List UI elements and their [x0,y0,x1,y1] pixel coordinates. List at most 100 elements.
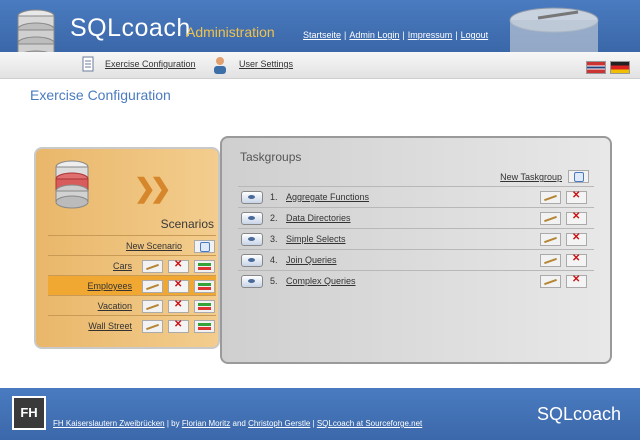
taskgroups-heading: Taskgroups [240,150,302,164]
table-icon[interactable] [194,300,215,313]
taskgroup-name: Data Directories [286,213,351,223]
taskgroup-row: 3. Simple Selects [238,228,594,249]
nav-separator: | [455,30,458,40]
trash-can-decoration-icon [509,7,599,54]
scenario-row-employees: Employees [48,275,216,296]
arrow-right-icon: ❯❯ [134,173,171,203]
eye-icon[interactable] [241,275,263,288]
edit-pencil-icon[interactable] [540,233,561,246]
page-title: Exercise Configuration [30,87,171,103]
taskgroup-row: 1. Aggregate Functions [238,186,594,207]
database-icon [55,160,89,209]
nav-link-impressum[interactable]: Impressum [408,30,453,40]
edit-pencil-icon[interactable] [540,212,561,225]
footer-sep: | by [164,419,182,428]
taskgroup-row: 2. Data Directories [238,207,594,228]
taskgroup-link[interactable]: Join Queries [286,255,337,265]
edit-pencil-icon[interactable] [142,320,163,333]
taskgroup-number: 2. [270,213,278,223]
taskgroup-link[interactable]: Complex Queries [286,276,356,286]
delete-icon[interactable] [566,274,587,288]
edit-pencil-icon[interactable] [142,280,163,293]
app-footer: FH FH Kaiserslautern Zweibrücken | by Fl… [0,388,640,440]
scenario-name: Vacation [98,301,132,311]
delete-icon[interactable] [168,259,189,273]
delete-icon[interactable] [566,253,587,267]
new-taskgroup-icon[interactable] [568,170,589,183]
footer-and: and [230,419,249,428]
new-scenario-row: New Scenario [48,235,216,256]
eye-icon[interactable] [241,233,263,246]
delete-icon[interactable] [168,299,189,313]
taskgroups-panel: Taskgroups New Taskgroup 1. Aggregate Fu… [220,136,612,364]
exercise-config-link[interactable]: Exercise Configuration [105,59,196,69]
new-taskgroup-name: New Taskgroup [500,172,562,182]
top-navigation: Startseite | Admin Login | Impressum | Logout [303,30,488,40]
eye-icon[interactable] [241,254,263,267]
exercise-config-item: Exercise Configuration [105,59,196,69]
nav-link-startseite[interactable]: Startseite [303,30,341,40]
delete-icon[interactable] [168,319,189,333]
scenario-name: Employees [87,281,132,291]
scenario-row-wall-street: Wall Street [48,315,216,336]
nav-link-admin-login[interactable]: Admin Login [349,30,399,40]
eye-icon[interactable] [241,191,263,204]
app-header: SQLcoach Administration Startseite | Admin… [0,0,640,64]
delete-icon[interactable] [566,232,587,246]
footer-credits: FH Kaiserslautern Zweibrücken | by Flori… [53,419,422,428]
scenario-link[interactable]: Cars [113,261,132,271]
taskgroup-link[interactable]: Data Directories [286,213,351,223]
edit-pencil-icon[interactable] [142,260,163,273]
table-icon[interactable] [194,320,215,333]
edit-pencil-icon[interactable] [540,191,561,204]
edit-pencil-icon[interactable] [142,300,163,313]
author-link[interactable]: Christoph Gerstle [248,419,310,428]
new-scenario-name: New Scenario [126,241,182,251]
scenario-row-cars: Cars [48,255,216,276]
nav-link-logout[interactable]: Logout [461,30,489,40]
new-taskgroup-row: New Taskgroup [238,168,594,186]
new-scenario-icon[interactable] [194,240,215,253]
author-link[interactable]: Florian Moritz [182,419,230,428]
taskgroup-row: 5. Complex Queries [238,270,594,291]
new-scenario-link[interactable]: New Scenario [126,241,182,251]
taskgroup-name: Aggregate Functions [286,192,369,202]
uk-flag-icon[interactable] [586,61,606,74]
taskgroup-number: 3. [270,234,278,244]
taskgroup-number: 1. [270,192,278,202]
delete-icon[interactable] [566,190,587,204]
taskgroup-link[interactable]: Simple Selects [286,234,346,244]
institution-link[interactable]: FH Kaiserslautern Zweibrücken [53,419,165,428]
table-icon[interactable] [194,280,215,293]
delete-icon[interactable] [566,211,587,225]
sub-navigation: Exercise Configuration User Settings [0,52,640,79]
eye-icon[interactable] [241,212,263,225]
scenarios-heading: Scenarios [160,217,214,231]
taskgroup-name: Join Queries [286,255,337,265]
user-settings-item: User Settings [239,59,293,69]
fh-logo-icon: FH [12,396,46,430]
table-icon[interactable] [194,260,215,273]
scenario-name: Wall Street [88,321,132,331]
scenario-link[interactable]: Vacation [98,301,132,311]
taskgroup-number: 5. [270,276,278,286]
scenario-name: Cars [113,261,132,271]
delete-icon[interactable] [168,279,189,293]
new-taskgroup-link[interactable]: New Taskgroup [500,172,562,182]
brand-sql: SQL [70,14,122,42]
german-flag-icon[interactable] [610,61,630,74]
user-settings-link[interactable]: User Settings [239,59,293,69]
edit-pencil-icon[interactable] [540,254,561,267]
nav-separator: | [344,30,347,40]
sourceforge-link[interactable]: SQLcoach at Sourceforge.net [317,419,422,428]
scenario-link[interactable]: Employees [87,281,132,291]
taskgroup-link[interactable]: Aggregate Functions [286,192,369,202]
user-icon [212,56,228,74]
taskgroup-name: Complex Queries [286,276,356,286]
brand-logo: SQLcoach [70,14,191,43]
edit-pencil-icon[interactable] [540,275,561,288]
nav-separator: | [402,30,405,40]
taskgroup-row: 4. Join Queries [238,249,594,270]
scenario-link[interactable]: Wall Street [88,321,132,331]
taskgroup-number: 4. [270,255,278,265]
